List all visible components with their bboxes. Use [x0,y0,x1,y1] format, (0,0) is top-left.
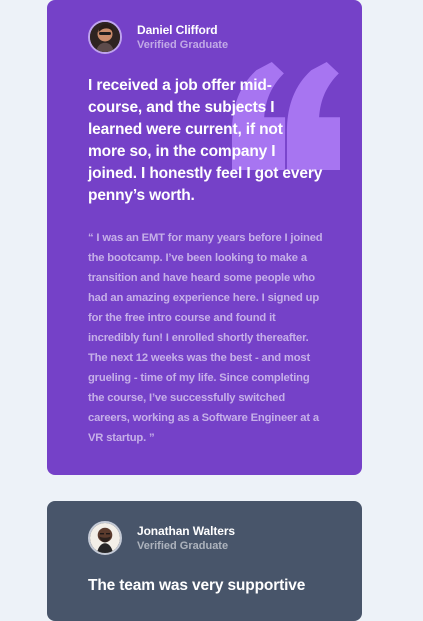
avatar [88,20,122,54]
person-name: Jonathan Walters [137,524,235,538]
person-info: Daniel Clifford Verified Graduate [137,23,228,53]
testimonial-body: “ I was an EMT for many years before I j… [88,232,323,444]
person-role: Verified Graduate [137,540,229,553]
testimonial-headline: The team was very supportive [88,577,306,594]
person-role: Verified Graduate [137,39,229,52]
testimonial-card-daniel: Daniel Clifford Verified Graduate I rece… [47,0,362,475]
testimonial-headline: I received a job offer mid-course, and t… [88,77,323,204]
testimonial-card-jonathan: Jonathan Walters Verified Graduate The t… [47,501,362,621]
person-info: Jonathan Walters Verified Graduate [137,524,235,554]
avatar [88,521,122,555]
person-name: Daniel Clifford [137,23,218,37]
